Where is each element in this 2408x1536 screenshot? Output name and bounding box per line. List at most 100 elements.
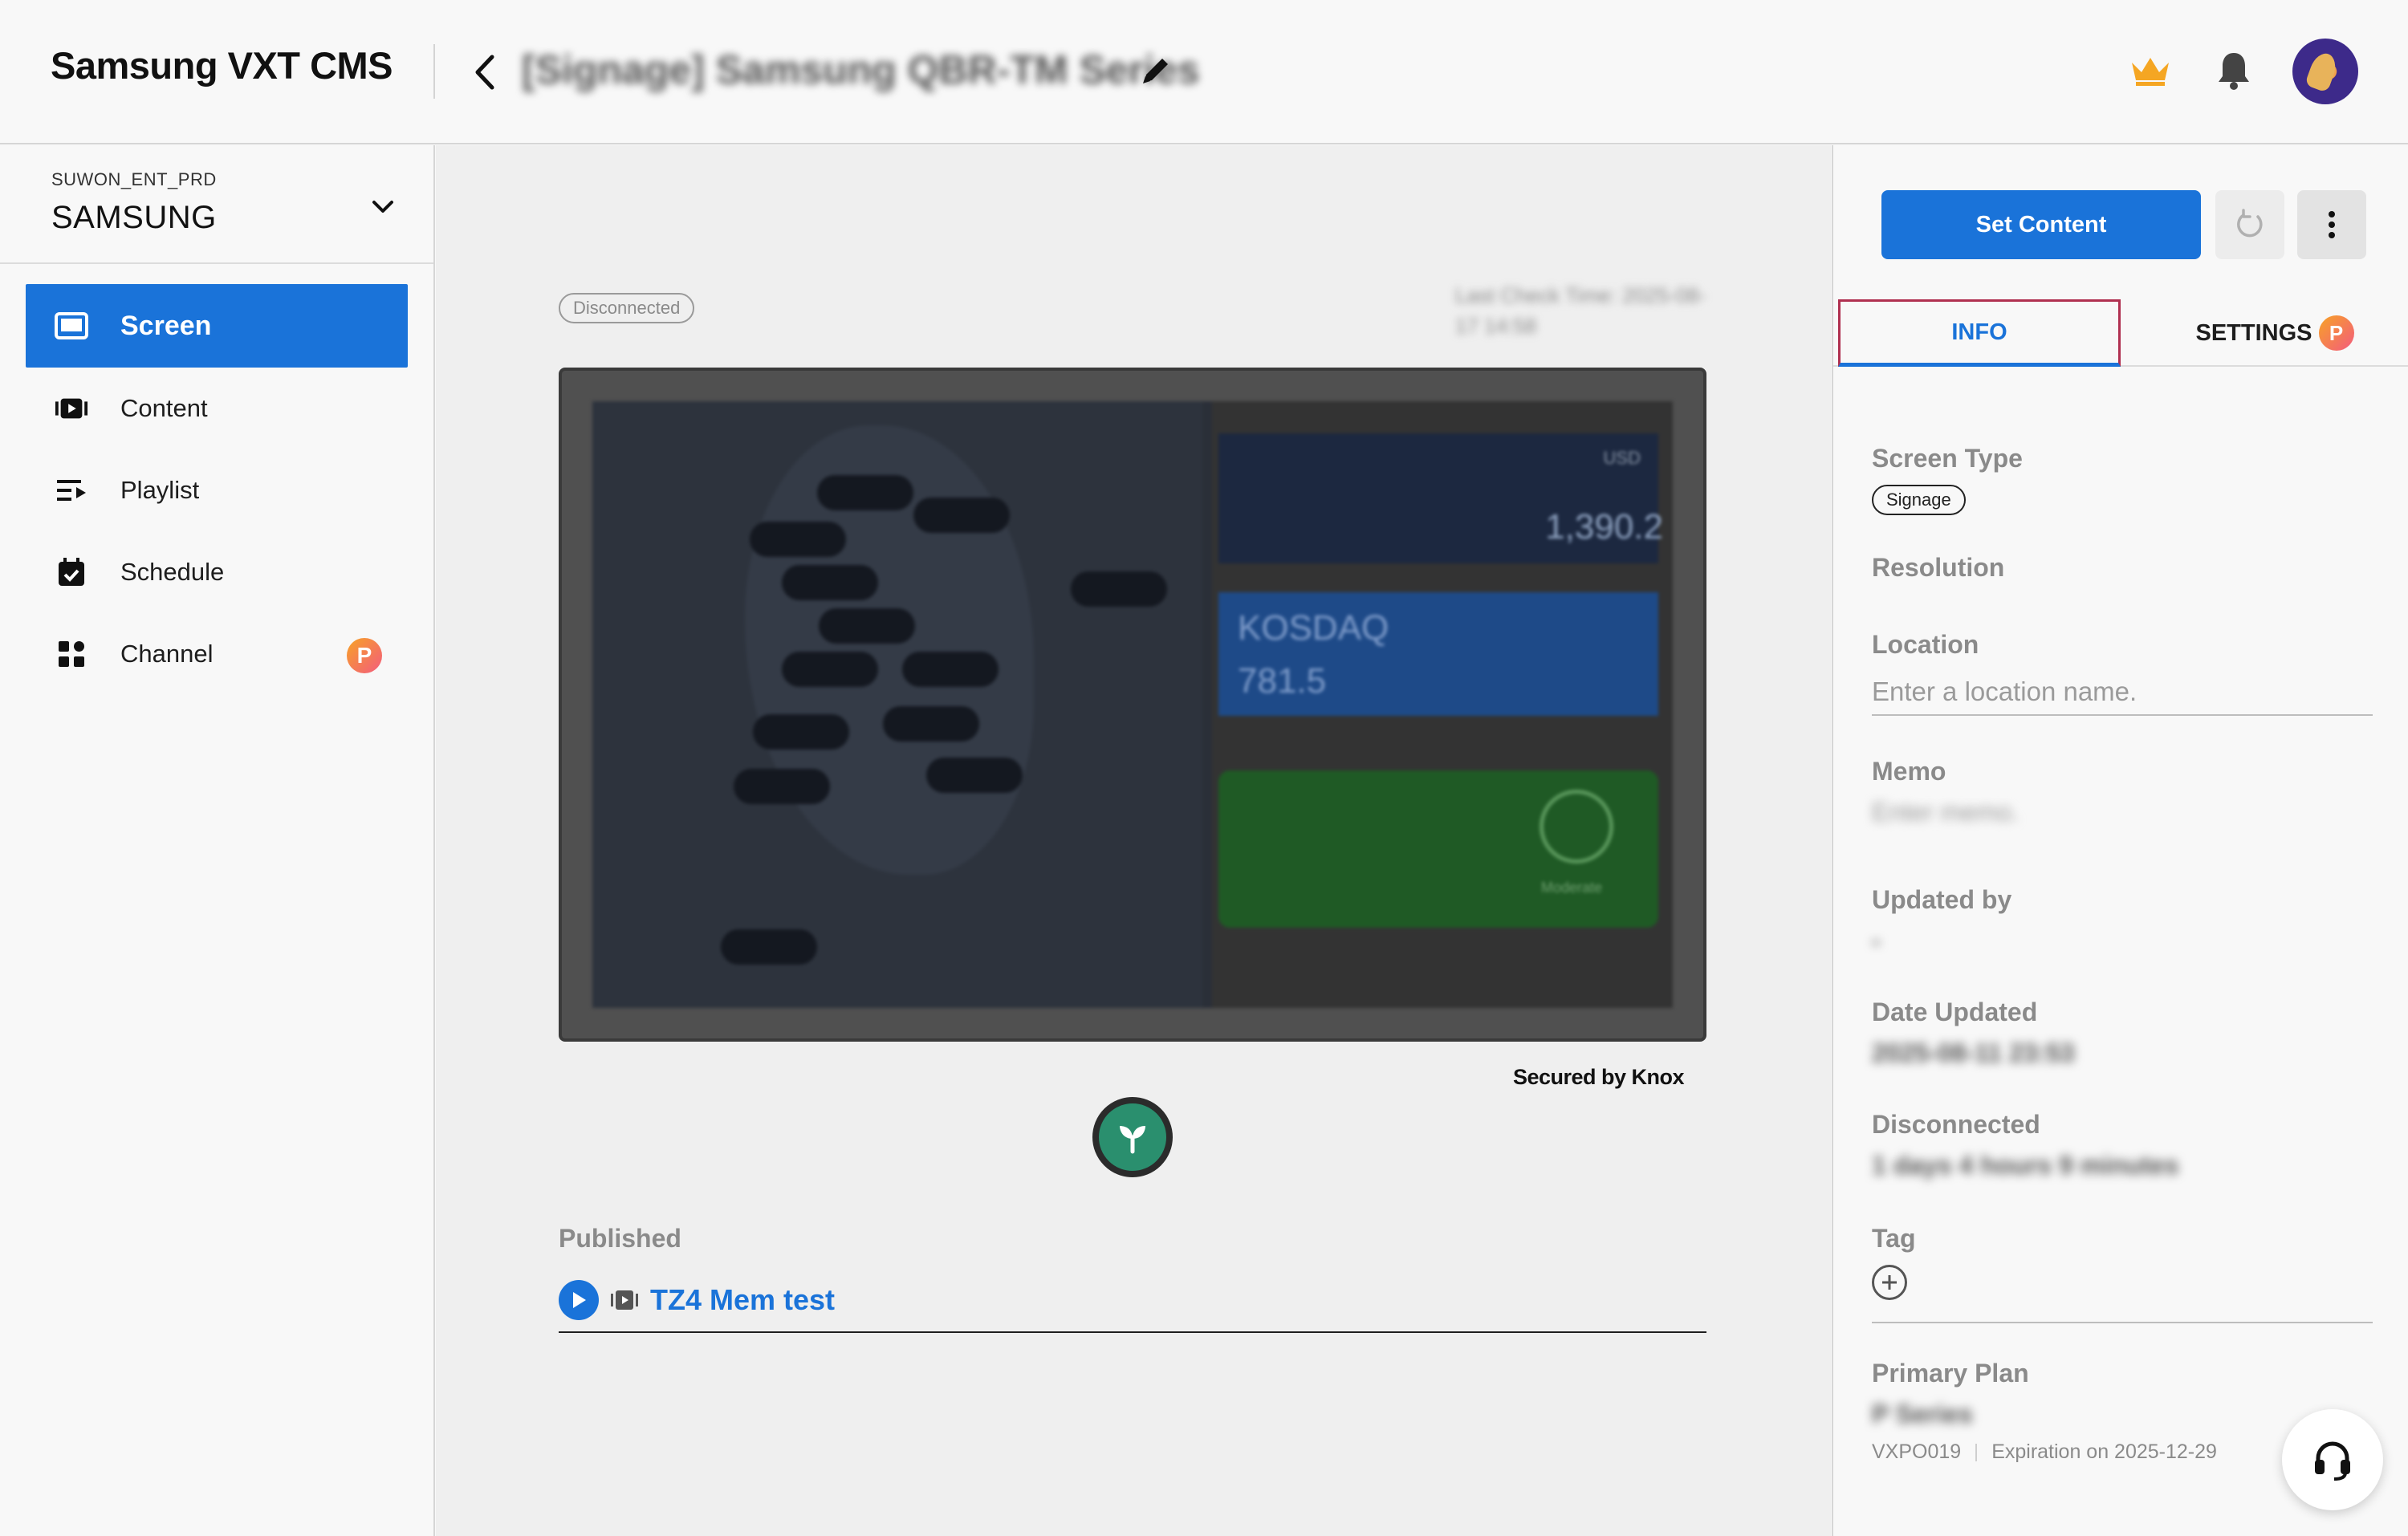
stock-index-name: KOSDAQ — [1238, 608, 1389, 648]
map-marker — [819, 608, 915, 644]
map-marker — [753, 714, 849, 750]
crown-icon — [2132, 58, 2169, 86]
headset-icon — [2315, 1441, 2350, 1481]
sidebar-item-label: Content — [120, 394, 208, 422]
plus-icon — [1882, 1275, 1897, 1290]
field-label: Date Updated — [1872, 998, 2038, 1026]
field-label: Resolution — [1872, 553, 2005, 582]
connection-status-badge: Disconnected — [559, 293, 695, 323]
refresh-button[interactable] — [2215, 190, 2284, 259]
air-quality-panel: Moderate — [1218, 770, 1658, 928]
resolution-field: Resolution — [1872, 553, 2373, 583]
map-marker — [721, 929, 817, 965]
published-label: Published — [559, 1224, 681, 1253]
last-check-time: Last Check Time: 2025-08-17 14:58 — [1455, 283, 1706, 338]
header-divider — [433, 44, 435, 99]
schedule-icon — [55, 555, 88, 589]
preview-content: USD 1,390.2 KOSDAQ 781.5 Moderate — [592, 401, 1673, 1008]
map-marker — [750, 522, 846, 557]
field-label: Screen Type — [1872, 444, 2023, 473]
organization-selector[interactable]: SUWON_ENT_PRD SAMSUNG — [0, 145, 433, 264]
knox-security-label: Secured by Knox — [1513, 1065, 1685, 1089]
disconnected-duration: 1 days 4 hours 9 minutes — [1872, 1151, 2179, 1180]
published-content-link[interactable]: TZ4 Mem test — [650, 1283, 835, 1317]
sidebar-nav: Screen Content Playlist Schedule Channel — [26, 284, 408, 695]
sidebar: SUWON_ENT_PRD SAMSUNG Screen Content Pla… — [0, 145, 435, 1536]
published-content-row: TZ4 Mem test — [559, 1269, 1706, 1333]
plan-code: VXPO019 — [1872, 1441, 1962, 1463]
map-marker — [1071, 571, 1167, 607]
bell-icon — [2219, 53, 2249, 90]
screen-icon — [55, 309, 88, 343]
add-tag-button[interactable] — [1872, 1265, 1907, 1300]
play-preview-button[interactable] — [559, 1280, 599, 1320]
stock-index-panel: KOSDAQ 781.5 — [1218, 592, 1658, 716]
plan-expiration: Expiration on 2025-12-29 — [1991, 1441, 2217, 1463]
detail-tabs: INFO SETTINGS P — [1833, 299, 2408, 367]
refresh-icon — [2237, 209, 2263, 238]
stock-index-value: 781.5 — [1238, 661, 1327, 701]
org-code: SUWON_ENT_PRD — [51, 169, 217, 189]
pencil-icon — [1143, 59, 1168, 83]
screen-type-field: Screen Type Signage — [1872, 444, 2373, 515]
field-label: Tag — [1872, 1224, 1916, 1253]
field-label: Memo — [1872, 757, 1946, 786]
play-icon — [573, 1292, 586, 1308]
sidebar-item-label: Playlist — [120, 476, 200, 504]
map-marker — [902, 652, 999, 687]
support-button[interactable] — [2282, 1409, 2383, 1510]
app-logo[interactable]: Samsung VXT CMS — [51, 43, 393, 87]
map-marker — [817, 475, 913, 510]
sidebar-item-label: Channel — [120, 640, 214, 668]
sidebar-item-label: Schedule — [120, 558, 225, 586]
exchange-rate-value: 1,390.2 — [1545, 507, 1663, 547]
sidebar-item-schedule[interactable]: Schedule — [26, 531, 408, 613]
content-type-icon — [611, 1290, 638, 1310]
tag-field: Tag — [1872, 1224, 2373, 1300]
tab-settings[interactable]: SETTINGS P — [2154, 299, 2395, 367]
sidebar-item-channel[interactable]: Channel P — [26, 613, 408, 695]
premium-badge: P — [347, 638, 382, 673]
screen-preview[interactable]: USD 1,390.2 KOSDAQ 781.5 Moderate — [559, 368, 1706, 1042]
currency-label: USD — [1603, 448, 1641, 468]
device-title: [Signage] Samsung QBR-TM Series — [522, 47, 1200, 92]
eco-mode-button[interactable] — [1092, 1097, 1173, 1177]
field-label: Primary Plan — [1872, 1359, 2029, 1388]
sidebar-item-label: Screen — [120, 310, 212, 341]
date-updated-field: Date Updated 2025-08-11 23:53 — [1872, 998, 2373, 1068]
tab-settings-label: SETTINGS — [2195, 319, 2312, 346]
user-avatar[interactable] — [2292, 39, 2358, 104]
back-button[interactable] — [470, 50, 499, 95]
location-input[interactable] — [1872, 669, 2373, 716]
top-header: Samsung VXT CMS [Signage] Samsung QBR-TM… — [0, 0, 2408, 144]
set-content-button[interactable]: Set Content — [1881, 190, 2201, 259]
memo-field: Memo Enter memo. — [1872, 757, 2373, 827]
edit-title-button[interactable] — [1140, 53, 1173, 87]
air-quality-label: Moderate — [1540, 880, 1602, 896]
chevron-left-icon — [475, 55, 494, 90]
smiley-icon — [1540, 790, 1613, 863]
info-panels: USD 1,390.2 KOSDAQ 781.5 Moderate — [1212, 401, 1673, 1008]
more-options-button[interactable] — [2297, 190, 2366, 259]
tag-divider — [1872, 1322, 2373, 1323]
field-label: Location — [1872, 630, 1979, 659]
more-vertical-icon — [2329, 211, 2335, 238]
notifications-button[interactable] — [2215, 50, 2252, 91]
map-marker — [926, 758, 1023, 793]
map-marker — [883, 706, 979, 742]
meta-separator — [1975, 1443, 1978, 1461]
sidebar-item-screen[interactable]: Screen — [26, 284, 408, 368]
org-name: SAMSUNG — [51, 200, 217, 235]
exchange-rate-panel: USD 1,390.2 — [1218, 433, 1663, 563]
screen-type-chip: Signage — [1872, 485, 1966, 515]
sidebar-item-content[interactable]: Content — [26, 368, 408, 449]
disconnected-field: Disconnected 1 days 4 hours 9 minutes — [1872, 1110, 2373, 1180]
memo-input[interactable]: Enter memo. — [1872, 798, 2373, 827]
weather-map — [592, 401, 1202, 1008]
date-updated-value: 2025-08-11 23:53 — [1872, 1038, 2075, 1067]
sidebar-item-playlist[interactable]: Playlist — [26, 449, 408, 531]
premium-crown-button[interactable] — [2129, 53, 2172, 88]
sprout-icon — [1120, 1126, 1145, 1154]
tab-info[interactable]: INFO — [1838, 299, 2121, 367]
map-marker — [913, 498, 1010, 533]
